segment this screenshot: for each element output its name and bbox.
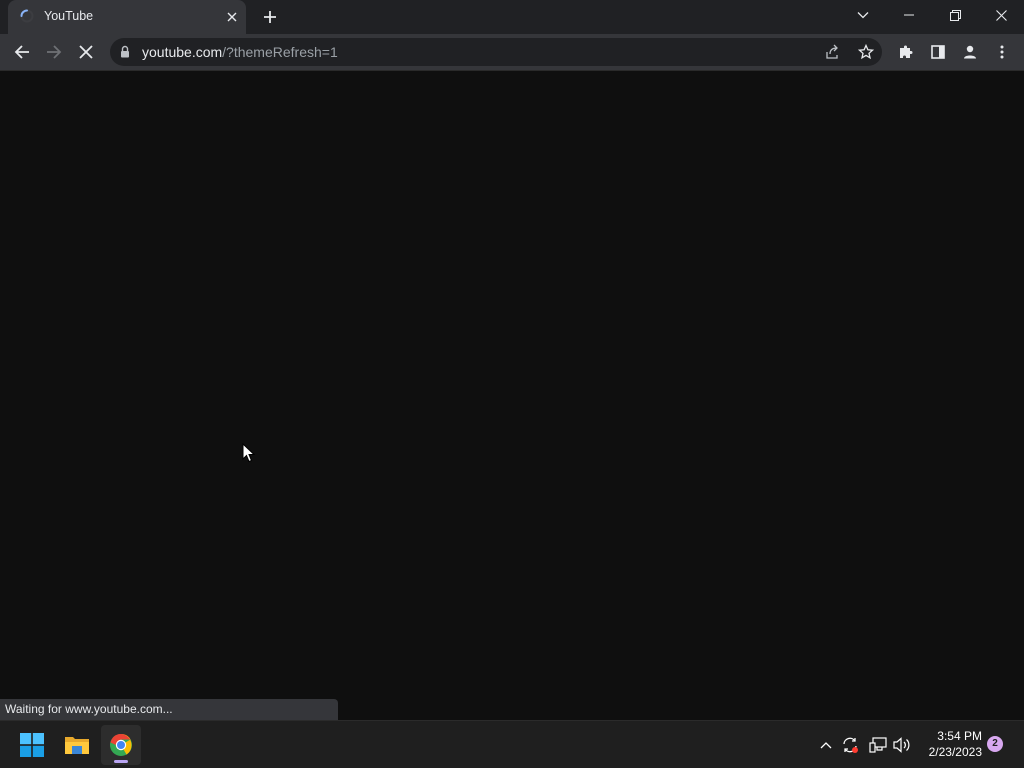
page-content [0, 71, 1024, 720]
network-icon [869, 737, 887, 753]
share-icon [826, 44, 838, 59]
extensions-button[interactable] [892, 38, 920, 66]
show-hidden-icons-button[interactable] [815, 733, 837, 757]
clock-date: 2/23/2023 [928, 745, 982, 759]
star-icon [857, 43, 875, 60]
stop-loading-icon [79, 45, 93, 59]
forward-button[interactable] [40, 38, 68, 66]
close-icon [995, 9, 1007, 21]
sync-status-button[interactable] [839, 733, 861, 757]
browser-toolbar: youtube.com/?themeRefresh=1 [0, 34, 1024, 71]
address-url[interactable]: youtube.com/?themeRefresh=1 [142, 44, 338, 60]
clock-time: 3:54 PM [937, 729, 982, 743]
active-app-indicator [114, 760, 128, 763]
tab-close-button[interactable] [222, 7, 242, 27]
back-button[interactable] [8, 38, 36, 66]
side-panel-icon [931, 45, 945, 59]
file-explorer-button[interactable] [57, 725, 97, 765]
share-button[interactable] [824, 44, 840, 65]
forward-arrow-icon [47, 45, 62, 59]
address-bar[interactable]: youtube.com/?themeRefresh=1 [110, 38, 882, 66]
lock-icon[interactable] [120, 45, 130, 63]
system-clock[interactable]: 3:54 PM 2/23/2023 [914, 728, 982, 760]
folder-icon [65, 737, 89, 754]
back-arrow-icon [14, 45, 29, 59]
start-button[interactable] [12, 725, 52, 765]
new-tab-button[interactable] [258, 5, 282, 29]
kebab-menu-icon [1000, 45, 1004, 59]
tab-search-button[interactable] [840, 0, 886, 30]
network-button[interactable] [867, 733, 889, 757]
url-path: /?themeRefresh=1 [222, 44, 338, 60]
close-window-button[interactable] [978, 0, 1024, 30]
url-host: youtube.com [142, 44, 223, 60]
tab-title: YouTube [44, 9, 94, 23]
restore-button[interactable] [932, 0, 978, 30]
browser-titlebar: YouTube [0, 0, 1024, 34]
minimize-button[interactable] [886, 0, 932, 30]
mouse-cursor [242, 442, 256, 468]
loading-spinner-icon [20, 9, 34, 23]
restore-icon [949, 9, 961, 21]
sync-icon [843, 737, 858, 753]
chevron-up-icon [820, 742, 832, 749]
tab-youtube[interactable]: YouTube [8, 0, 246, 34]
windows-start-icon [20, 733, 44, 757]
side-panel-button[interactable] [924, 38, 952, 66]
status-bubble: Waiting for www.youtube.com... [0, 699, 338, 720]
chrome-taskbar-button[interactable] [101, 725, 141, 765]
notification-badge[interactable]: 2 [987, 736, 1003, 752]
taskbar: 3:54 PM 2/23/2023 [0, 720, 1024, 768]
puzzle-icon [900, 45, 913, 58]
profile-button[interactable] [956, 38, 984, 66]
bookmark-button[interactable] [857, 43, 875, 65]
chrome-icon [110, 734, 132, 756]
minimize-icon [904, 14, 914, 16]
stop-loading-button[interactable] [72, 38, 100, 66]
speaker-icon [893, 737, 910, 753]
close-icon [227, 12, 237, 22]
browser-menu-button[interactable] [988, 38, 1016, 66]
profile-icon [964, 45, 976, 59]
volume-button[interactable] [891, 733, 913, 757]
plus-icon [264, 11, 276, 23]
chevron-down-icon [857, 12, 869, 19]
